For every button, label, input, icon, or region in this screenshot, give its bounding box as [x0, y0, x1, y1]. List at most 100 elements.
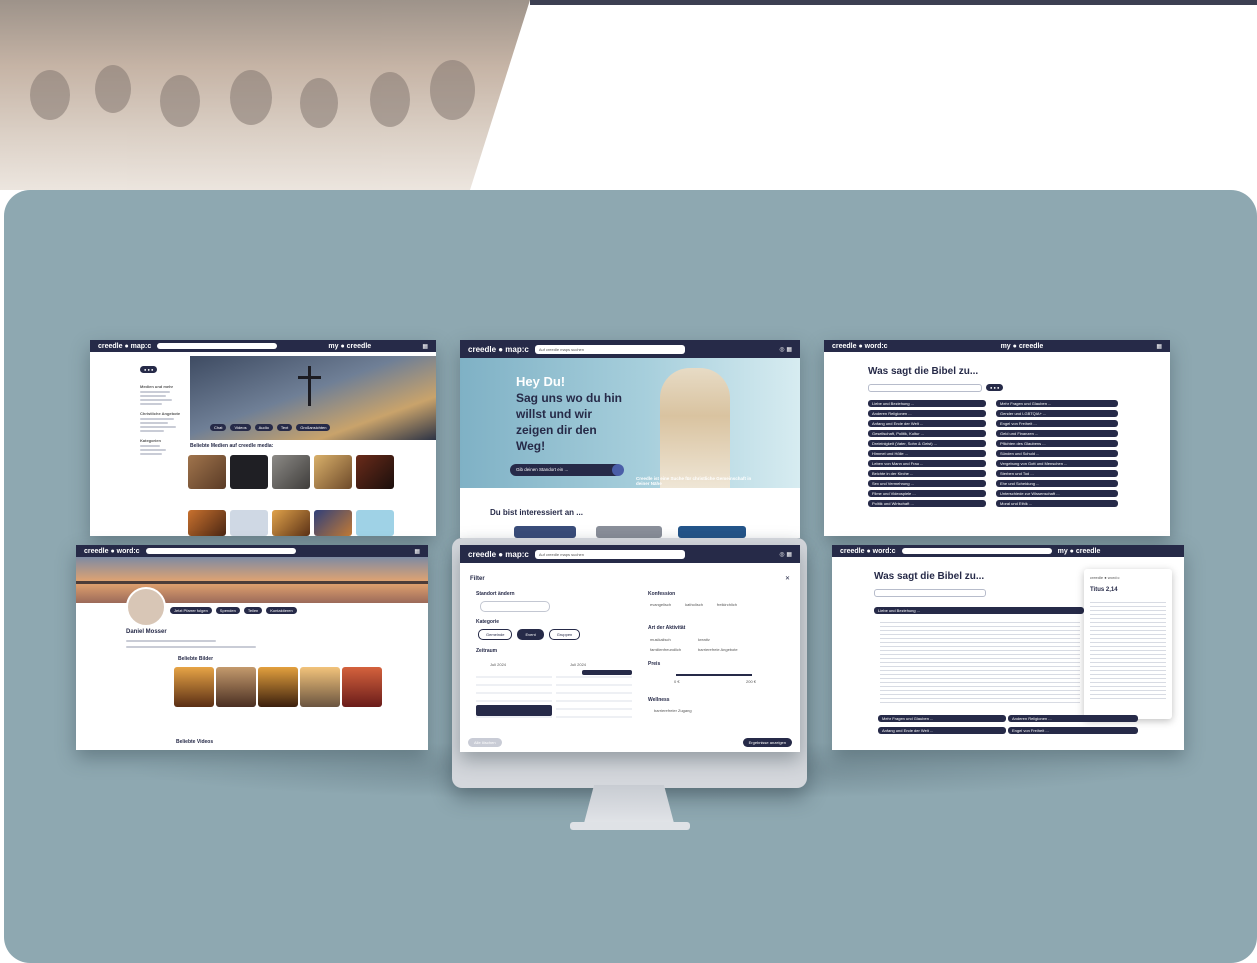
topic-row[interactable]: Anderen Religionen ... [1008, 715, 1138, 722]
close-icon[interactable]: ✕ [785, 575, 790, 582]
topic-search[interactable] [868, 384, 982, 392]
topic-row[interactable]: Anderen Religionen ... [868, 410, 986, 417]
calendar-2[interactable] [556, 670, 632, 718]
media-thumb[interactable] [356, 455, 394, 489]
logo-map: creedle ● map:c [468, 344, 529, 354]
image-thumb[interactable] [258, 667, 298, 707]
price-slider[interactable] [676, 674, 752, 676]
hero-tag-audio[interactable]: Audio [254, 424, 273, 431]
follow-button[interactable]: Jetzt Pfarrer folgen [170, 607, 212, 614]
media-thumb[interactable] [356, 510, 394, 536]
topic-row[interactable]: Sünden und Schuld ... [996, 450, 1118, 457]
image-thumb[interactable] [300, 667, 340, 707]
topic-row[interactable]: Unterschiede zur Wissenschaft ... [996, 490, 1118, 497]
topic-row[interactable]: Vergebung von Gott und Menschen ... [996, 460, 1118, 467]
media-thumb[interactable] [272, 455, 310, 489]
activity-accessible[interactable]: barrierefreie Angebote [698, 647, 758, 652]
locate-icon[interactable] [612, 464, 624, 476]
media-thumb[interactable] [230, 455, 268, 489]
cross-icon [308, 366, 311, 406]
user-icon[interactable]: ◎ ▦ [779, 551, 792, 558]
header-rule [530, 0, 1257, 5]
search-input[interactable] [145, 548, 296, 554]
user-icon[interactable]: ◎ ▦ [779, 346, 792, 353]
topic-row[interactable]: Pflichten des Glaubens ... [996, 440, 1118, 447]
media-thumb[interactable] [230, 510, 268, 536]
price-label: Preis [648, 661, 661, 667]
topic-row[interactable]: Mehr Fragen und Glauben ... [996, 400, 1118, 407]
apps-grid-icon[interactable]: ▦ [1156, 343, 1162, 350]
category-gemeinde[interactable]: Gemeinde [478, 629, 513, 640]
wellness-option[interactable]: barrierefreier Zugang [654, 708, 692, 713]
month-1: Juli 2024 [490, 662, 507, 667]
media-thumb[interactable] [272, 510, 310, 536]
month-2: Juli 2024 [570, 662, 587, 667]
search-input[interactable]: Auf creedle maps suchen [534, 549, 685, 559]
search-input[interactable] [157, 343, 278, 349]
confession-evangelisch[interactable]: evangelisch [650, 602, 671, 607]
activity-family[interactable]: familienfreundlich [650, 647, 698, 652]
topic-row[interactable]: Beichte in der Kirche ... [868, 470, 986, 477]
contact-button[interactable]: Kontaktieren [266, 607, 297, 614]
category-gruppen[interactable]: Gruppen [548, 629, 581, 640]
sidebar-section-3: Kategorien [140, 438, 161, 443]
logo-map: creedle ● map:c [98, 342, 152, 350]
media-thumb[interactable] [314, 510, 352, 536]
hero-tag-text[interactable]: Text [276, 424, 293, 431]
hero-tag-videos[interactable]: Videos [230, 424, 251, 431]
image-thumb[interactable] [342, 667, 382, 707]
topic-row[interactable]: Geld und Finanzen ... [996, 430, 1118, 437]
sidebar-pill[interactable]: ● ● ● [140, 366, 158, 373]
media-thumb[interactable] [314, 455, 352, 489]
topic-row[interactable]: Dreieinigkeit (Vater, Sohn & Geist) ... [868, 440, 986, 447]
logo-word: creedle ● word:c [84, 547, 140, 555]
media-thumb[interactable] [188, 510, 226, 536]
logo-map: creedle ● map:c [468, 549, 529, 559]
media-thumb[interactable] [188, 455, 226, 489]
screen-bible-topics: creedle ● word:c my ● creedle ▦ Was sagt… [824, 340, 1170, 536]
reset-button[interactable]: Alle löschen [468, 738, 502, 747]
topic-row[interactable]: Filme und Videospiele ... [868, 490, 986, 497]
activity-label: Art der Aktivität [648, 625, 686, 631]
topic-row[interactable]: Moral und Ethik ... [996, 500, 1118, 507]
topic-filter-button[interactable]: ● ● ● [986, 384, 1004, 391]
open-topic[interactable]: Liebe und Beziehung ... [874, 607, 1084, 614]
topic-row[interactable]: Liebe und Beziehung ... [868, 400, 986, 407]
orchestra-photo [0, 0, 530, 190]
topic-row[interactable]: Gender und LGBTQIA+ ... [996, 410, 1118, 417]
location-change-input[interactable] [480, 601, 550, 612]
apps-grid-icon[interactable]: ▦ [414, 548, 420, 555]
topic-row[interactable]: Gesellschaft, Politik, Kultur ... [868, 430, 986, 437]
price-min: 0 € [674, 679, 680, 684]
share-button[interactable]: Teilen [243, 607, 263, 614]
topic-row[interactable]: Anfang und Ende der Welt ... [868, 420, 986, 427]
category-event[interactable]: Event [517, 629, 544, 640]
apps-grid-icon[interactable]: ▦ [422, 343, 428, 350]
hero-tag-big[interactable]: Großansichten [296, 424, 331, 431]
search-input[interactable]: Auf creedle maps suchen [534, 344, 685, 354]
activity-creative[interactable]: kreativ [698, 637, 758, 642]
donate-button[interactable]: Spenden [215, 607, 240, 614]
topic-row[interactable]: Sex und Vermehrung ... [868, 480, 986, 487]
search-input[interactable] [901, 548, 1052, 554]
topic-search[interactable] [874, 589, 986, 597]
image-thumb[interactable] [174, 667, 214, 707]
topic-row[interactable]: Leben von Mann und Frau ... [868, 460, 986, 467]
topic-row[interactable]: Himmel und Hölle ... [868, 450, 986, 457]
confession-katholisch[interactable]: katholisch [685, 602, 703, 607]
topic-row[interactable]: Engel von Freiheit ... [996, 420, 1118, 427]
image-thumb[interactable] [216, 667, 256, 707]
topic-row[interactable]: Mehr Fragen und Glauben ... [878, 715, 1006, 722]
avatar[interactable] [126, 587, 166, 627]
topic-row[interactable]: Anfang und Ende der Welt ... [878, 727, 1006, 734]
confession-freikirchlich[interactable]: freikirchlich [717, 602, 737, 607]
topic-row[interactable]: Ehe und Scheidung ... [996, 480, 1118, 487]
location-input[interactable]: Gib deinen Standort ein ... [510, 464, 624, 476]
topic-row[interactable]: Sterben und Tod ... [996, 470, 1118, 477]
activity-musical[interactable]: musikalisch [650, 637, 698, 642]
hero-tag-chat[interactable]: Chat [210, 424, 227, 431]
topic-row[interactable]: Politik und Wirtschaft ... [868, 500, 986, 507]
topic-row[interactable]: Engel von Freiheit ... [1008, 727, 1138, 734]
confession-label: Konfession [648, 591, 676, 597]
apply-button[interactable]: Ergebnisse anzeigen [742, 738, 792, 747]
